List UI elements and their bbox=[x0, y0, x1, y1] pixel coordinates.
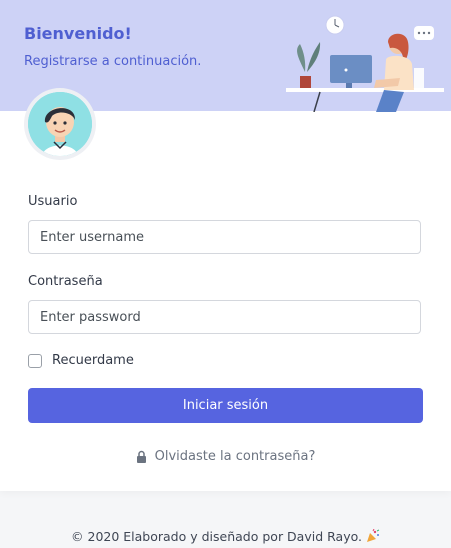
avatar-image bbox=[28, 92, 92, 156]
avatar bbox=[24, 88, 96, 160]
remember-me[interactable]: Recuerdame bbox=[28, 353, 134, 368]
lock-icon bbox=[136, 450, 146, 463]
user-avatar-icon bbox=[28, 92, 92, 156]
login-button[interactable]: Iniciar sesión bbox=[28, 388, 423, 423]
workspace-illustration bbox=[286, 15, 444, 112]
remember-label: Recuerdame bbox=[52, 353, 134, 368]
username-label: Usuario bbox=[28, 194, 78, 209]
forgot-password-label: Olvidaste la contraseña? bbox=[154, 449, 316, 464]
password-input[interactable] bbox=[28, 300, 421, 334]
remember-checkbox[interactable] bbox=[28, 353, 42, 368]
footer-text: © 2020 Elaborado y diseñado por David Ra… bbox=[71, 529, 362, 544]
forgot-password-link[interactable]: Olvidaste la contraseña? bbox=[0, 449, 451, 464]
username-input[interactable] bbox=[28, 220, 421, 254]
banner-subtitle: Registrarse a continuación. bbox=[24, 54, 202, 69]
banner-title: Bienvenido! bbox=[24, 24, 132, 43]
party-popper-icon bbox=[366, 528, 380, 542]
login-card: Bienvenido! Registrarse a continuación. bbox=[0, 0, 451, 491]
footer: © 2020 Elaborado y diseñado por David Ra… bbox=[0, 528, 451, 544]
password-label: Contraseña bbox=[28, 274, 103, 289]
